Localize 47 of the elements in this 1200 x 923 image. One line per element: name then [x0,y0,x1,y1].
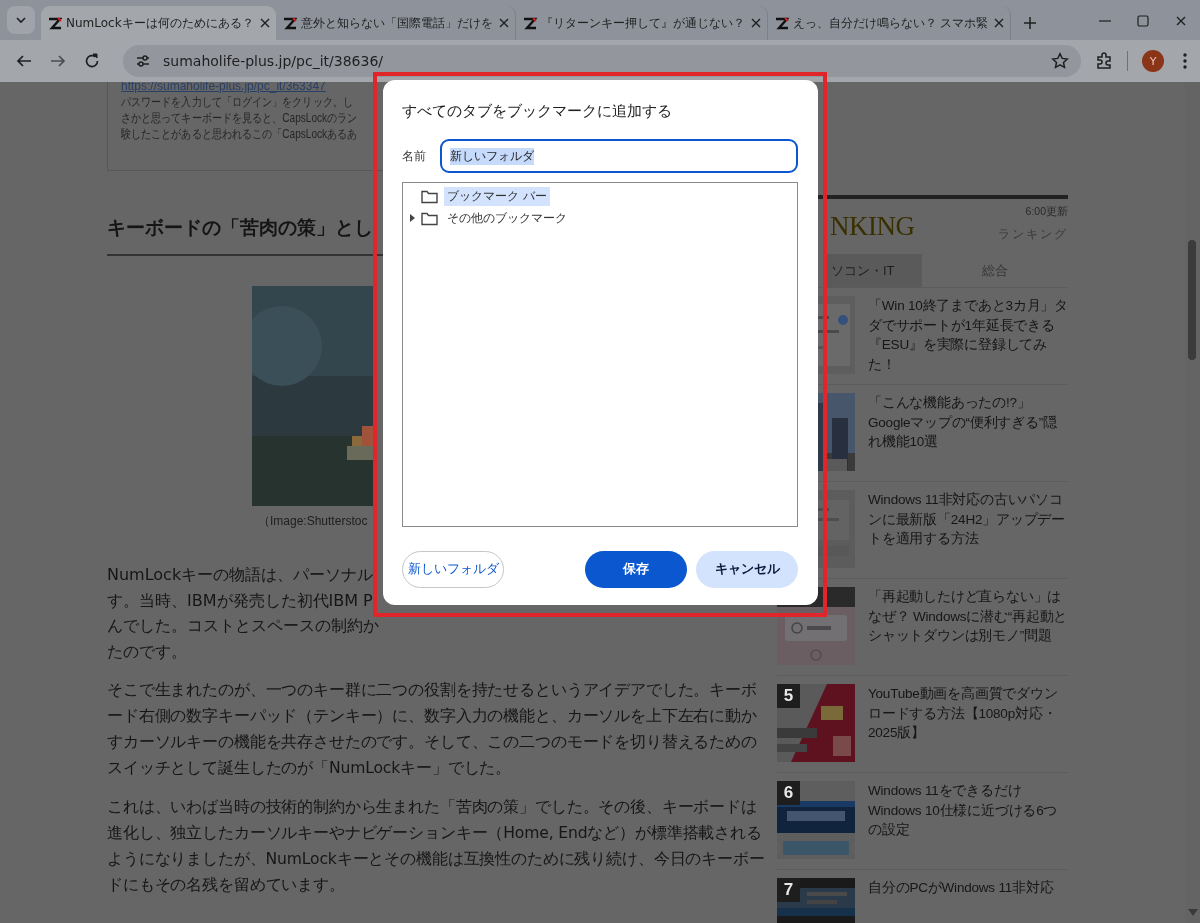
article-link[interactable]: Windows 11をできるだけWindows 10仕様に近づける6つの設定 [868,781,1068,869]
folder-icon [421,188,438,204]
paragraph: そこで生まれたのが、一つのキー群に二つの役割を持たせるというアイデアでした。キーボード右側の数字キーパッド（テンキー）に、数字入力の機能と、カーソルを上下左右に動かすカーソルキーの機能を共存させたのです。そして、この二つのモードを切り替えるためのスイッチとして誕生したのが「NumLockキー」でした。 [107,680,758,779]
logo-icon [281,16,297,30]
star-icon[interactable] [1051,52,1069,70]
browser-tab[interactable]: NumLockキーは何のためにある？ [41,6,276,40]
article-link[interactable]: YouTube動画を高画質でダウンロードする方法【1080p対応・2025版】 [868,684,1068,772]
folder-item[interactable]: ブックマーク バー [444,186,550,206]
ranking-logo: NKING [830,211,915,243]
image-caption: （Image:Shutterstoc [258,513,368,530]
field-label: 名前 [402,148,427,164]
text-line: NumLockキーの物語は、パーソナル [107,564,374,586]
profile-button[interactable]: Y [1142,50,1164,72]
logo-icon [521,16,537,30]
paragraph: これは、いわば当時の技術的制約から生まれた「苦肉の策」でした。その後、キーボードは進化し、独立したカーソルキーやナビゲーションキー（Home, Endなど）が標準搭載されるようになりましたが、NumLockキーとその機能は互換性のために残り続け、今日のキーボードにもその名残を留めています。 [107,797,766,896]
reload-icon[interactable] [83,52,101,70]
close-icon[interactable] [992,16,1005,30]
address-bar[interactable]: sumaholife-plus.jp/pc_it/38636/ [123,45,1081,77]
scrollbar-thumb[interactable] [1188,240,1196,360]
article-link[interactable]: 「こんな機能あったの!?」Googleマップの“便利すぎる”隠れ機能10選 [868,393,1068,481]
text-line: たのです。 [107,640,187,663]
close-icon[interactable] [1174,14,1188,28]
new-folder-button[interactable]: 新しいフォルダ [402,551,504,588]
text-line: んでした。コストとスペースの制約か [107,615,379,637]
save-button[interactable]: 保存 [585,551,687,588]
plus-icon[interactable] [1023,16,1038,30]
rank-badge: 6 [777,781,800,805]
maximize-icon[interactable] [1136,14,1150,28]
article-link[interactable]: 「Win 10終了まであと3カ月」タダでサポートが1年延長できる『ESU』を実際に登録してみた！ [868,296,1068,384]
text-line: す。当時、IBMが発売した初代IBM P [107,589,373,612]
article-link[interactable]: Windows 11非対応の古いパソコンに最新版「24H2」アップデートを適用する方法 [868,490,1068,578]
folder-icon [421,210,438,226]
url-text: sumaholife-plus.jp/pc_it/38636/ [163,53,383,69]
expand-arrow-icon[interactable] [409,213,415,223]
rank-badge: 5 [777,684,800,708]
article-link[interactable]: 「再起動したけど直らない」はなぜ？ Windowsに潜む“再起動とシャットダウンは別モノ”問題 [868,587,1068,675]
logo-icon [773,16,789,30]
menu-icon[interactable] [1182,52,1188,70]
article-link[interactable]: 自分のPCがWindows 11非対応 [868,878,1068,923]
tune-icon[interactable] [135,53,151,69]
puzzle-icon[interactable] [1095,51,1113,71]
dialog-title: すべてのタブをブックマークに追加する [402,102,673,121]
name-field[interactable]: 新しいフォルダ [440,139,798,173]
rank-badge: 7 [777,878,800,902]
tab-list-button[interactable] [7,6,35,34]
logo-icon [47,16,62,30]
cancel-button[interactable]: キャンセル [696,551,798,588]
